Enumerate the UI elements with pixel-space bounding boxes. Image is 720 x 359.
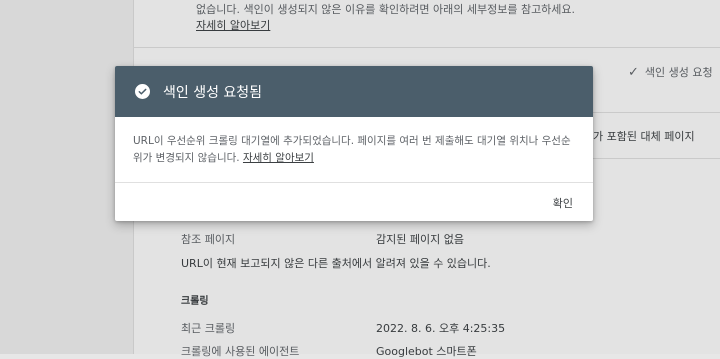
dialog-body: URL이 우선순위 크롤링 대기열에 추가되었습니다. 페이지를 여러 번 제출… [115, 117, 593, 182]
dialog-message: URL이 우선순위 크롤링 대기열에 추가되었습니다. 페이지를 여러 번 제출… [133, 135, 571, 164]
dialog-footer: 확인 [115, 183, 593, 221]
indexing-requested-dialog: 색인 생성 요청됨 URL이 우선순위 크롤링 대기열에 추가되었습니다. 페이… [115, 66, 593, 221]
learn-more-link[interactable]: 자세히 알아보기 [243, 152, 314, 164]
ok-button[interactable]: 확인 [549, 193, 577, 213]
check-circle-icon [135, 84, 150, 99]
dialog-header: 색인 생성 요청됨 [115, 66, 593, 117]
dialog-title: 색인 생성 요청됨 [163, 84, 263, 101]
